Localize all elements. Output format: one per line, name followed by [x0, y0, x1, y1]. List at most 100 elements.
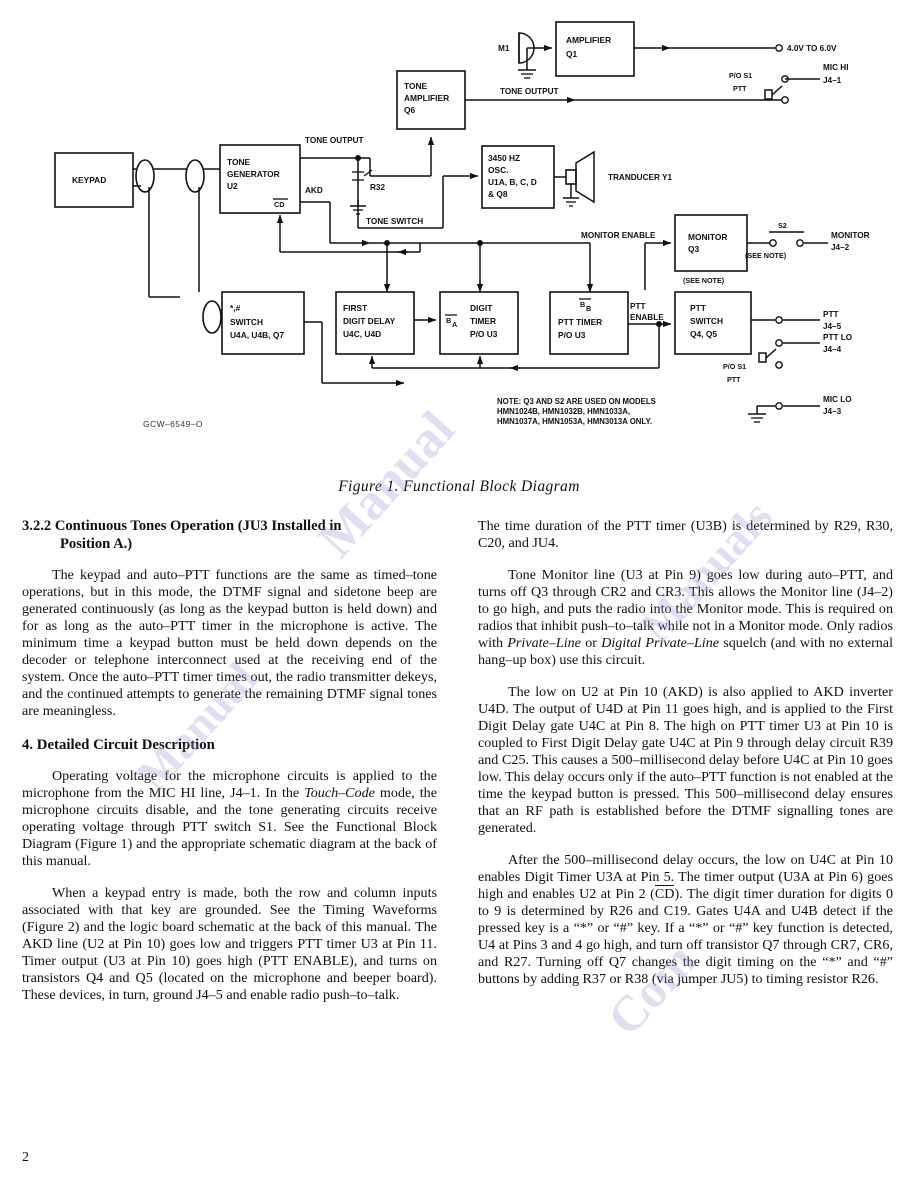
- left-paragraph-3: When a keypad entry is made, both the ro…: [22, 885, 437, 1004]
- block-star-pound-line3: U4A, U4B, Q7: [230, 330, 284, 340]
- section-title-line2: Position A.): [60, 535, 133, 552]
- ptt-switch-s1-top[interactable]: [764, 75, 820, 104]
- resistor-r32: [350, 158, 373, 215]
- b-bar-a-label-1: B: [446, 316, 451, 325]
- right-paragraph-4: After the 500–millisecond delay occurs, …: [478, 852, 893, 988]
- right-para2-italic-2: Digital Private–Line: [601, 635, 719, 651]
- block-tone-amplifier-line2: AMPLIFIER: [404, 93, 449, 103]
- figure-caption: Figure 1. Functional Block Diagram: [338, 478, 580, 495]
- section-heading-4: 4. Detailed Circuit Description: [22, 737, 215, 754]
- section-title-line1: Continuous Tones Operation (JU3 Installe…: [54, 518, 342, 534]
- section-number: 3.2.2: [22, 518, 52, 534]
- akd-label: AKD: [305, 186, 323, 195]
- diagram-note-line1: NOTE: Q3 AND S2 ARE USED ON MODELS: [497, 397, 656, 406]
- s2-label: S2: [778, 221, 787, 230]
- connector-ptt-lo-line1: PTT LO: [823, 333, 853, 342]
- block-tone-generator-line1: TONE: [227, 157, 251, 167]
- r32-label: R32: [370, 183, 385, 192]
- right-paragraph-3: The low on U2 at Pin 10 (AKD) is also ap…: [478, 684, 893, 836]
- mic-lo-ground-symbol: [748, 402, 820, 423]
- block-tone-generator-line2: GENERATOR: [227, 169, 280, 179]
- drawing-number: GCW–6549–O: [143, 419, 203, 429]
- ptt-switch-s1-bottom[interactable]: [758, 339, 820, 369]
- diagram-note-line3: HMN1037A, HMN1053A, HMN3013A ONLY.: [497, 417, 652, 426]
- block-oscillator-line3: U1A, B, C, D: [488, 177, 537, 187]
- block-tone-generator-line3: U2: [227, 181, 238, 191]
- block-first-digit-delay-line1: FIRST: [343, 303, 368, 313]
- right-para2-mid: or: [580, 635, 602, 651]
- block-ptt-switch-line3: Q4, Q5: [690, 329, 717, 339]
- block-amplifier-line1: AMPLIFIER: [566, 35, 611, 45]
- right-paragraph-2: Tone Monitor line (U3 at Pin 9) goes low…: [478, 567, 893, 669]
- block-amplifier-line2: Q1: [566, 49, 578, 59]
- connector-mic-lo-line1: MIC LO: [823, 395, 852, 404]
- connector-mic-hi-line1: MIC HI: [823, 63, 848, 72]
- connector-ptt-line2: J4–5: [823, 322, 842, 331]
- connector-mic-lo-line2: J4–3: [823, 407, 842, 416]
- junction-digit-timer-feed: [477, 240, 483, 246]
- cable-loop-3: [202, 300, 222, 334]
- block-monitor: [674, 214, 748, 272]
- block-tone-amplifier-line1: TONE: [404, 81, 428, 91]
- block-tone-amplifier-line3: Q6: [404, 105, 416, 115]
- body-text-area: 3.2.2 Continuous Tones Operation (JU3 In…: [0, 518, 918, 1138]
- monitor-enable-label: MONITOR ENABLE: [581, 231, 656, 240]
- page-number: 2: [22, 1150, 29, 1165]
- microphone-element-symbol: [518, 32, 536, 79]
- right-para4-cd-overline: CD: [654, 885, 675, 902]
- supply-voltage-label: 4.0V TO 6.0V: [787, 44, 837, 53]
- connector-ptt-line1: PTT: [823, 310, 838, 319]
- right-para2-italic-1: Private–Line: [507, 635, 581, 651]
- po-s1-top-label-1: P/O S1: [729, 71, 752, 80]
- ptt-enable-label-2: ENABLE: [630, 313, 664, 322]
- left-paragraph-1: The keypad and auto–PTT functions are th…: [22, 567, 437, 720]
- block-tone-generator: [219, 144, 301, 214]
- block-star-pound-symbols: *,#: [230, 303, 241, 313]
- block-oscillator-line2: OSC.: [488, 165, 508, 175]
- functional-block-diagram-figure: M1 AMPLIFIER Q1 4.0V TO 6.0V TONE AMPLIF…: [0, 0, 918, 512]
- block-ptt-timer-line1: PTT TIMER: [558, 317, 602, 327]
- ptt-enable-label-1: PTT: [630, 302, 645, 311]
- block-digit-timer-line2: TIMER: [470, 316, 496, 326]
- left-paragraph-2: Operating voltage for the microphone cir…: [22, 768, 437, 870]
- block-oscillator-line4: & Q8: [488, 189, 508, 199]
- b-bar-b-label-2: B: [586, 304, 591, 313]
- right-paragraph-1: The time duration of the PTT timer (U3B)…: [478, 518, 893, 551]
- block-digit-timer-line3: P/O U3: [470, 329, 498, 339]
- terminal-supply-voltage: [775, 44, 783, 52]
- block-ptt-timer-line2: P/O U3: [558, 330, 586, 340]
- diagram-note-line2: HMN1024B, HMN1032B, HMN1033A,: [497, 407, 630, 416]
- monitor-switch-s2[interactable]: [747, 231, 828, 247]
- po-s1-bottom-label-2: PTT: [727, 375, 741, 384]
- s2-see-note-label: (SEE NOTE): [745, 251, 787, 260]
- left-para2-italic: Touch–Code: [304, 785, 375, 802]
- section-heading-3-2-2: 3.2.2 Continuous Tones Operation (JU3 In…: [22, 518, 437, 553]
- block-oscillator-line1: 3450 HZ: [488, 153, 520, 163]
- tone-switch-label: TONE SWITCH: [366, 217, 423, 226]
- transducer-label: TRANDUCER Y1: [608, 173, 672, 182]
- block-monitor-line2: Q3: [688, 244, 700, 254]
- b-bar-b-label-1: B: [580, 300, 585, 309]
- block-keypad-label: KEYPAD: [72, 175, 106, 185]
- mic-element-label: M1: [498, 44, 510, 53]
- block-diagram-canvas: M1 AMPLIFIER Q1 4.0V TO 6.0V TONE AMPLIF…: [54, 21, 870, 429]
- b-bar-a-label-2: A: [452, 320, 457, 329]
- tone-output-top-label: TONE OUTPUT: [500, 87, 559, 96]
- block-first-digit-delay-line2: DIGIT DELAY: [343, 316, 396, 326]
- block-ptt-switch-line2: SWITCH: [690, 316, 723, 326]
- cd-bar-label: CD: [274, 200, 284, 209]
- block-digit-timer-line1: DIGIT: [470, 303, 493, 313]
- left-text-column: 3.2.2 Continuous Tones Operation (JU3 In…: [22, 518, 437, 1019]
- po-s1-top-label-2: PTT: [733, 84, 747, 93]
- terminal-ptt: [775, 316, 783, 324]
- tone-output-left-label: TONE OUTPUT: [305, 136, 364, 145]
- connector-mic-hi-line2: J4–1: [823, 76, 842, 85]
- monitor-see-note-label: (SEE NOTE): [683, 276, 725, 285]
- right-text-column: The time duration of the PTT timer (U3B)…: [478, 518, 893, 1003]
- connector-monitor-line1: MONITOR: [831, 231, 870, 240]
- block-star-pound-line2: SWITCH: [230, 317, 263, 327]
- cable-loop-2: [185, 159, 205, 193]
- connector-monitor-line2: J4–2: [831, 243, 850, 252]
- block-monitor-line1: MONITOR: [688, 232, 727, 242]
- block-ptt-switch-line1: PTT: [690, 303, 707, 313]
